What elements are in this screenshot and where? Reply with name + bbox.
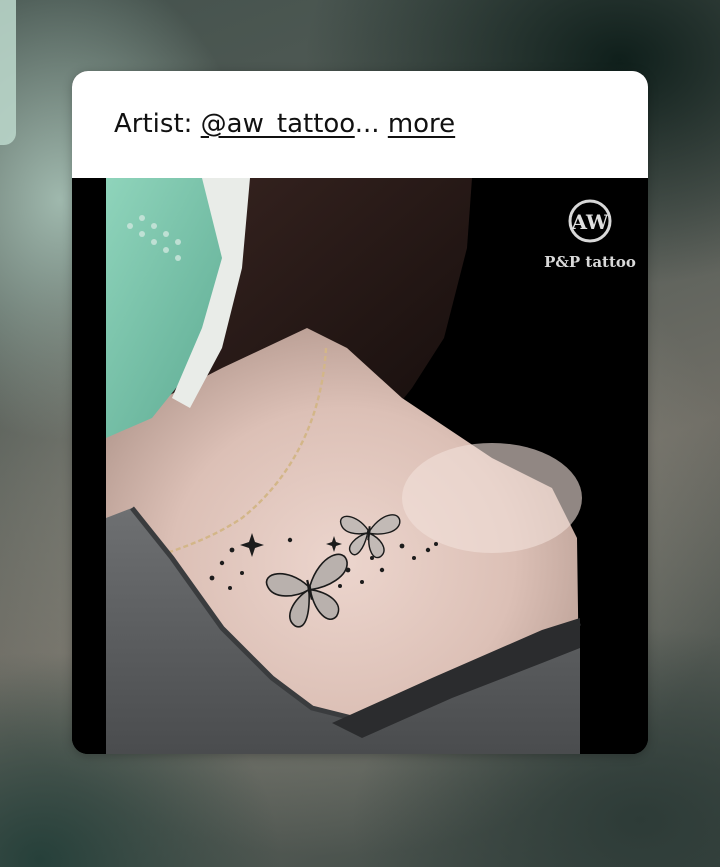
caption-ellipsis: ... <box>354 109 380 139</box>
pin-card[interactable]: Artist: @aw_tattoo... more AW P&P tattoo <box>72 71 648 754</box>
tattoo-photo-illustration: AW P&P tattoo <box>72 178 648 754</box>
watermark-monogram: AW <box>571 210 610 234</box>
artist-link[interactable]: @aw_tattoo <box>201 109 355 139</box>
background-mask-edge <box>0 0 16 145</box>
more-link[interactable]: more <box>388 109 455 139</box>
tattoo-photo[interactable]: AW P&P tattoo <box>72 178 648 754</box>
pin-caption: Artist: @aw_tattoo... more <box>72 71 648 178</box>
watermark-text: P&P tattoo <box>544 253 636 271</box>
caption-prefix: Artist: <box>114 109 201 139</box>
